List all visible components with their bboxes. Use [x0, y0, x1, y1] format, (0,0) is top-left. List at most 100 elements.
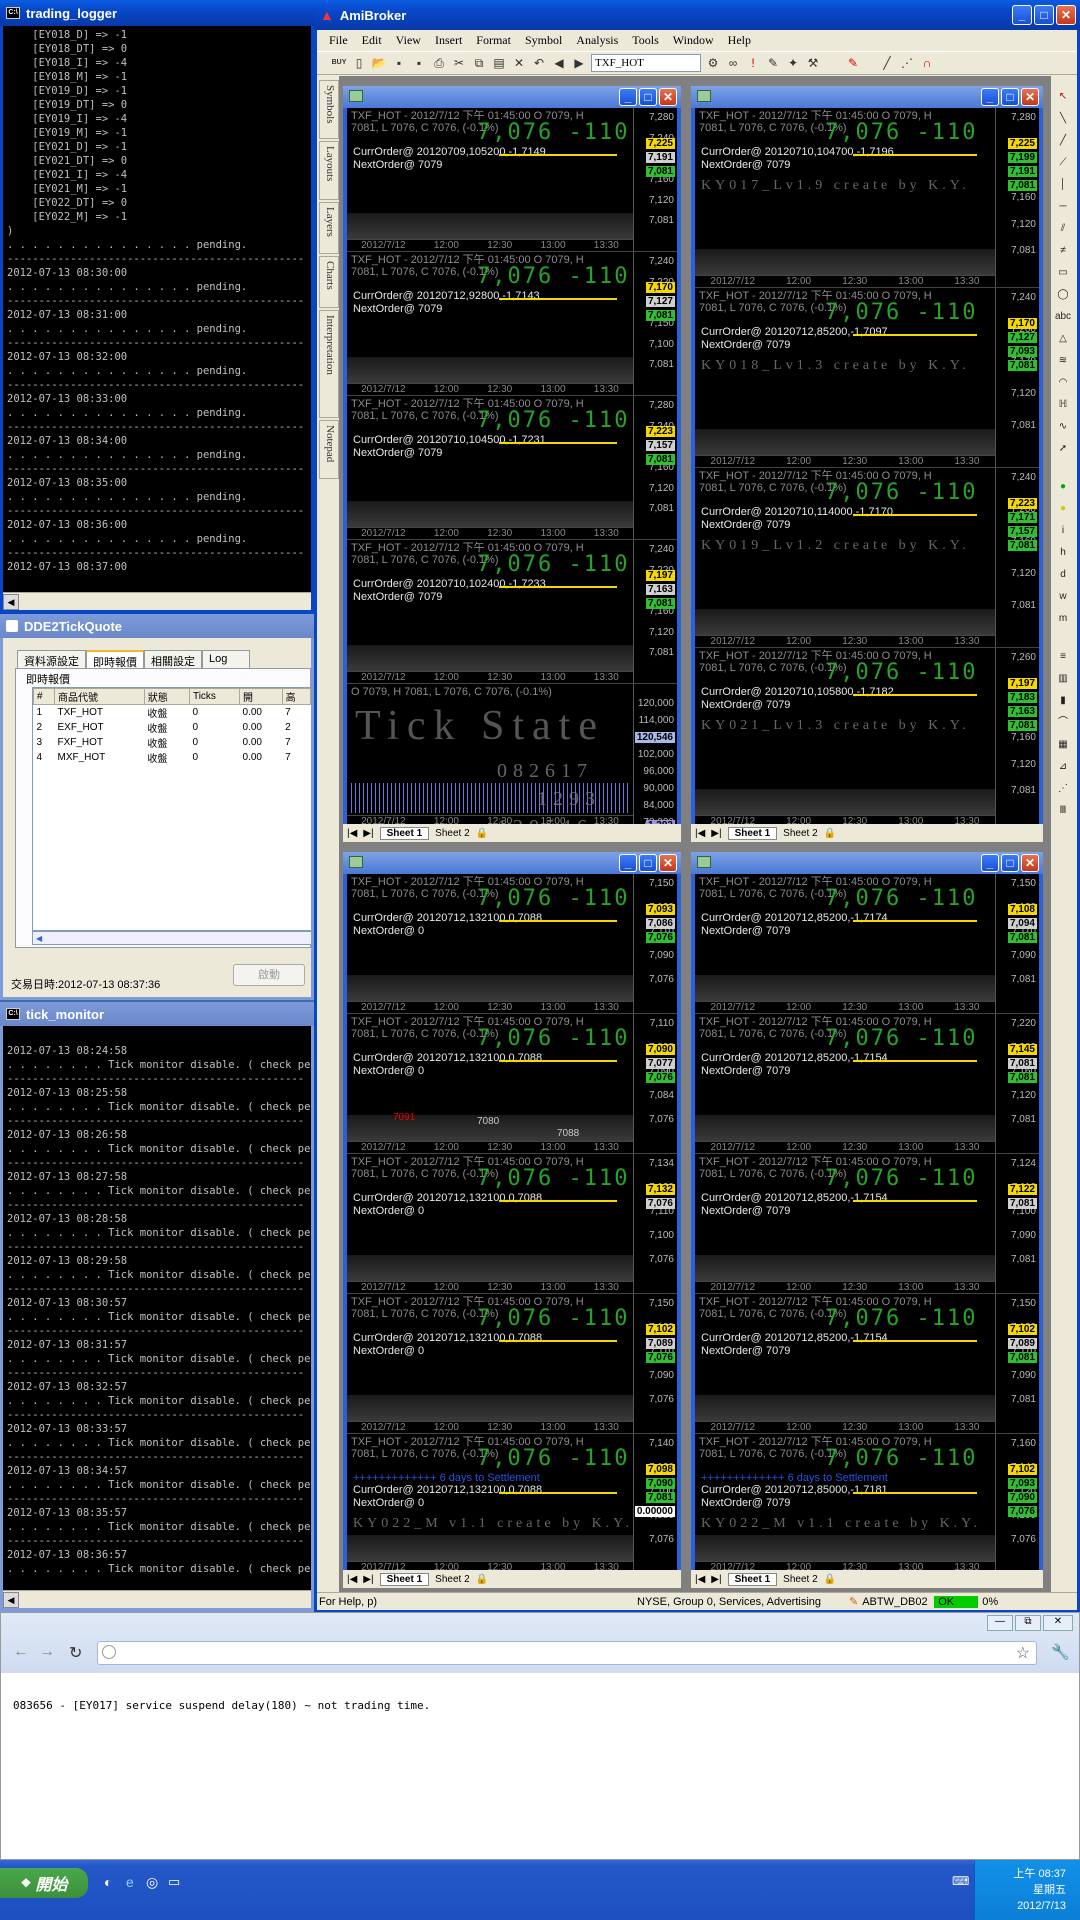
table-row[interactable]: 1 TXF_HOT 收盤 0 0.00 7: [34, 705, 311, 720]
column-header[interactable]: 商品代號: [53, 688, 145, 705]
chart-pane[interactable]: TXF_HOT - 2012/7/12 下午 01:45:00 O 7079, …: [695, 108, 1039, 288]
info-icon[interactable]: i: [1053, 522, 1073, 540]
copy-icon[interactable]: ⧉: [471, 55, 487, 71]
save-all-icon[interactable]: ▪: [411, 55, 427, 71]
maximize-button[interactable]: □: [1034, 5, 1054, 25]
scroll-left-icon[interactable]: ◀: [3, 594, 19, 610]
browser-restore-button[interactable]: ⧉: [1015, 1615, 1041, 1631]
side-tab-symbols[interactable]: Symbols: [319, 80, 339, 139]
save-icon[interactable]: ▪: [391, 55, 407, 71]
menu-item-symbol[interactable]: Symbol: [525, 33, 562, 48]
quote-hscrollbar[interactable]: ◀: [32, 931, 312, 945]
menu-item-view[interactable]: View: [396, 33, 421, 48]
table-row[interactable]: 4 MXF_HOT 收盤 0 0.00 7: [34, 750, 311, 765]
lock-icon[interactable]: 🔒: [824, 828, 836, 839]
symbol-combo[interactable]: TXF_HOT: [591, 54, 701, 72]
chart-maximize-button[interactable]: □: [1001, 88, 1019, 106]
chart-pane[interactable]: TXF_HOT - 2012/7/12 下午 01:45:00 O 7079, …: [695, 874, 1039, 1014]
line-icon[interactable]: ╲: [1053, 110, 1073, 128]
quote-listview[interactable]: # 商品代號 狀態 Ticks 開高 1 TXF_HOT 收盤 0 0.00 7 2 EXF_HOT 收…: [32, 687, 312, 931]
chart-close-button[interactable]: ✕: [1021, 88, 1039, 106]
sheet-2-tab[interactable]: Sheet 2: [783, 828, 817, 839]
side-tab-layouts[interactable]: Layouts: [319, 141, 339, 200]
print-icon[interactable]: ⎙: [431, 55, 447, 71]
extended-line-icon[interactable]: ⟋: [1053, 154, 1073, 172]
tools-icon[interactable]: ⚒: [805, 55, 821, 71]
analysis-icon[interactable]: ✦: [785, 55, 801, 71]
chart-pane[interactable]: TXF_HOT - 2012/7/12 下午 01:45:00 O 7079, …: [347, 1434, 677, 1574]
back-icon[interactable]: ◀: [551, 55, 567, 71]
ray-icon[interactable]: ╱: [1053, 132, 1073, 150]
menu-item-tools[interactable]: Tools: [632, 33, 659, 48]
column-header[interactable]: Ticks: [188, 688, 241, 705]
lock-icon[interactable]: 🔒: [476, 828, 488, 839]
menu-item-analysis[interactable]: Analysis: [576, 33, 618, 48]
chart-maximize-button[interactable]: □: [639, 88, 657, 106]
sheet-2-tab[interactable]: Sheet 2: [435, 828, 469, 839]
chart-pane[interactable]: TXF_HOT - 2012/7/12 下午 01:45:00 O 7079, …: [695, 1434, 1039, 1574]
column-header[interactable]: 開: [239, 688, 283, 705]
line-tool-icon[interactable]: ╱: [879, 55, 895, 71]
cut-icon[interactable]: ✂: [451, 55, 467, 71]
forward-icon[interactable]: →: [39, 1643, 55, 1661]
chart-pane[interactable]: TXF_HOT - 2012/7/12 下午 01:45:00 O 7079, …: [347, 108, 677, 252]
dotted-line-icon[interactable]: ⋰: [899, 55, 915, 71]
chart-window-titlebar[interactable]: _ □ ✕: [691, 86, 1043, 108]
ruler-icon[interactable]: ▮: [1053, 692, 1073, 710]
star-icon[interactable]: ☆: [1016, 1643, 1030, 1663]
circle-yellow-icon[interactable]: ●: [1053, 500, 1073, 518]
sheet-2-tab[interactable]: Sheet 2: [783, 1574, 817, 1585]
amibroker-window[interactable]: ▲ AmiBroker _ □ ✕ File Edit View Insert Form…: [314, 0, 1080, 1612]
menu-item-edit[interactable]: Edit: [362, 33, 382, 48]
edit-formula-icon[interactable]: ✎: [765, 55, 781, 71]
tick-monitor-titlebar[interactable]: C:\ tick_monitor: [0, 1002, 314, 1026]
chart-window-titlebar[interactable]: _ □ ✕: [343, 86, 681, 108]
address-bar[interactable]: ☆: [97, 1641, 1037, 1665]
reload-icon[interactable]: ↻: [69, 1643, 82, 1663]
zigzag-icon[interactable]: ∿: [1053, 418, 1073, 436]
bars-icon[interactable]: ▥: [1053, 670, 1073, 688]
tick-monitor-window[interactable]: C:\ tick_monitor 2012-07-13 08:24:58 . . …: [0, 1002, 314, 1612]
channel-icon[interactable]: ≠: [1053, 242, 1073, 260]
chart-close-button[interactable]: ✕: [659, 88, 677, 106]
ellipse-icon[interactable]: ◯: [1053, 286, 1073, 304]
chart-window-2[interactable]: _ □ ✕ TXF_HOT - 2012/7/12 下午 01:45:00 O 707…: [691, 86, 1043, 842]
glasses-icon[interactable]: ∞: [725, 55, 741, 71]
m-icon[interactable]: m: [1053, 610, 1073, 628]
chart-window-4[interactable]: _ □ ✕ TXF_HOT - 2012/7/12 下午 01:45:00 O 707…: [691, 852, 1043, 1588]
arc-icon[interactable]: ◠: [1053, 374, 1073, 392]
fibonacci-icon[interactable]: ≋: [1053, 352, 1073, 370]
chart-pane[interactable]: TXF_HOT - 2012/7/12 下午 01:45:00 O 7079, …: [695, 468, 1039, 648]
sheet-nav-first-icon[interactable]: |◀: [695, 1574, 705, 1585]
vertical-line-icon[interactable]: │: [1053, 176, 1073, 194]
lock-icon[interactable]: 🔒: [824, 1574, 836, 1585]
new-icon[interactable]: ▯: [351, 55, 367, 71]
tray-keyboard-icon[interactable]: ⌨: [952, 1874, 969, 1888]
sheet-1-tab[interactable]: Sheet 1: [727, 826, 778, 840]
triangle-icon[interactable]: △: [1053, 330, 1073, 348]
chart-minimize-button[interactable]: _: [981, 854, 999, 872]
start-button[interactable]: 啟動: [233, 964, 305, 986]
browser-window[interactable]: — ⧉ ✕ ← → ↻ ☆ 🔧 083656 - [EY017] service…: [0, 1612, 1080, 1860]
chart-pane[interactable]: TXF_HOT - 2012/7/12 下午 01:45:00 O 7079, …: [695, 1014, 1039, 1154]
quicklaunch-app-icon[interactable]: ◎: [146, 1874, 158, 1891]
chart-window-titlebar[interactable]: _ □ ✕: [343, 852, 681, 874]
color-pen-icon[interactable]: ✎: [845, 55, 861, 71]
sheet-nav-next-icon[interactable]: ▶|: [363, 1574, 373, 1585]
settings-icon[interactable]: ⚙: [705, 55, 721, 71]
undo-icon[interactable]: ↶: [531, 55, 547, 71]
sheet-nav-first-icon[interactable]: |◀: [347, 1574, 357, 1585]
chart-pane[interactable]: TXF_HOT - 2012/7/12 下午 01:45:00 O 7079, …: [695, 1154, 1039, 1294]
parallel-icon[interactable]: ⫽: [1053, 220, 1073, 238]
quicklaunch-ie-icon[interactable]: e: [126, 1874, 134, 1890]
minimize-button[interactable]: _: [1012, 5, 1032, 25]
side-tab-interpretation[interactable]: Interpretation: [319, 310, 339, 418]
menu-item-help[interactable]: Help: [728, 33, 751, 48]
dde-titlebar[interactable]: DDE2TickQuote: [0, 614, 314, 638]
trading-logger-titlebar[interactable]: C:\ trading_logger: [0, 0, 314, 26]
chart-pane[interactable]: TXF_HOT - 2012/7/12 下午 01:45:00 O 7079, …: [347, 540, 677, 684]
sheet-nav-next-icon[interactable]: ▶|: [363, 828, 373, 839]
chart-pane[interactable]: TXF_HOT - 2012/7/12 下午 01:45:00 O 7079, …: [347, 1294, 677, 1434]
delete-icon[interactable]: ✕: [511, 55, 527, 71]
amibroker-titlebar[interactable]: ▲ AmiBroker _ □ ✕: [314, 0, 1080, 30]
